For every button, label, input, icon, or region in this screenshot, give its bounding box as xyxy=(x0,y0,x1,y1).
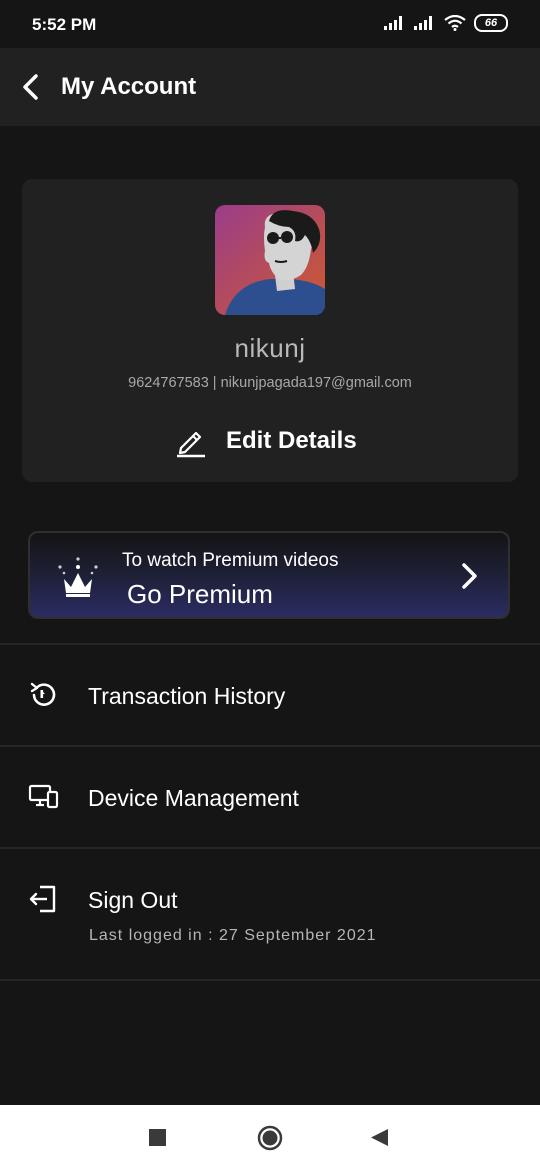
edit-details-label: Edit Details xyxy=(226,427,357,454)
wifi-icon xyxy=(444,15,466,31)
profile-contact: 9624767583 | nikunjpagada197@gmail.com xyxy=(128,375,412,391)
devices-icon xyxy=(28,784,59,809)
back-nav-button[interactable] xyxy=(370,1128,389,1147)
menu-label-transaction-history: Transaction History xyxy=(88,683,286,709)
status-icons: 66 xyxy=(384,14,508,32)
back-button[interactable] xyxy=(14,68,50,106)
menu-item-transaction-history[interactable]: Transaction History xyxy=(0,645,540,745)
status-bar: 5:52 PM 66 xyxy=(0,0,540,48)
profile-name: nikunj xyxy=(234,333,306,363)
menu-item-device-management[interactable]: Device Management xyxy=(0,747,540,847)
battery-indicator: 66 xyxy=(474,14,508,32)
recents-button[interactable] xyxy=(149,1129,166,1146)
premium-subtitle: To watch Premium videos xyxy=(122,550,339,571)
page-title: My Account xyxy=(61,73,197,100)
crown-icon xyxy=(58,557,98,597)
premium-title: Go Premium xyxy=(127,579,273,609)
divider xyxy=(0,979,540,981)
logout-icon xyxy=(29,885,56,913)
menu-label-device-management: Device Management xyxy=(88,785,299,811)
menu-label-sign-out: Sign Out xyxy=(88,887,178,913)
avatar-illustration xyxy=(215,205,325,315)
pencil-icon xyxy=(177,431,205,458)
chevron-right-icon xyxy=(462,563,477,589)
home-button[interactable] xyxy=(257,1125,283,1151)
signal-icon-2 xyxy=(414,16,432,30)
app-bar: My Account xyxy=(0,48,540,126)
menu-item-sign-out[interactable]: Sign Out Last logged in : 27 September 2… xyxy=(0,849,540,979)
edit-details-button[interactable]: Edit Details xyxy=(174,421,357,461)
go-premium-banner[interactable]: To watch Premium videos Go Premium xyxy=(28,531,510,619)
chevron-left-icon xyxy=(23,74,38,100)
profile-card: nikunj 9624767583 | nikunjpagada197@gmai… xyxy=(22,179,518,482)
avatar xyxy=(215,205,325,315)
status-time: 5:52 PM xyxy=(32,15,97,34)
history-icon xyxy=(30,682,56,706)
last-logged-in-text: Last logged in : 27 September 2021 xyxy=(89,927,377,944)
system-navigation-bar xyxy=(0,1105,540,1170)
signal-icon xyxy=(384,16,402,30)
